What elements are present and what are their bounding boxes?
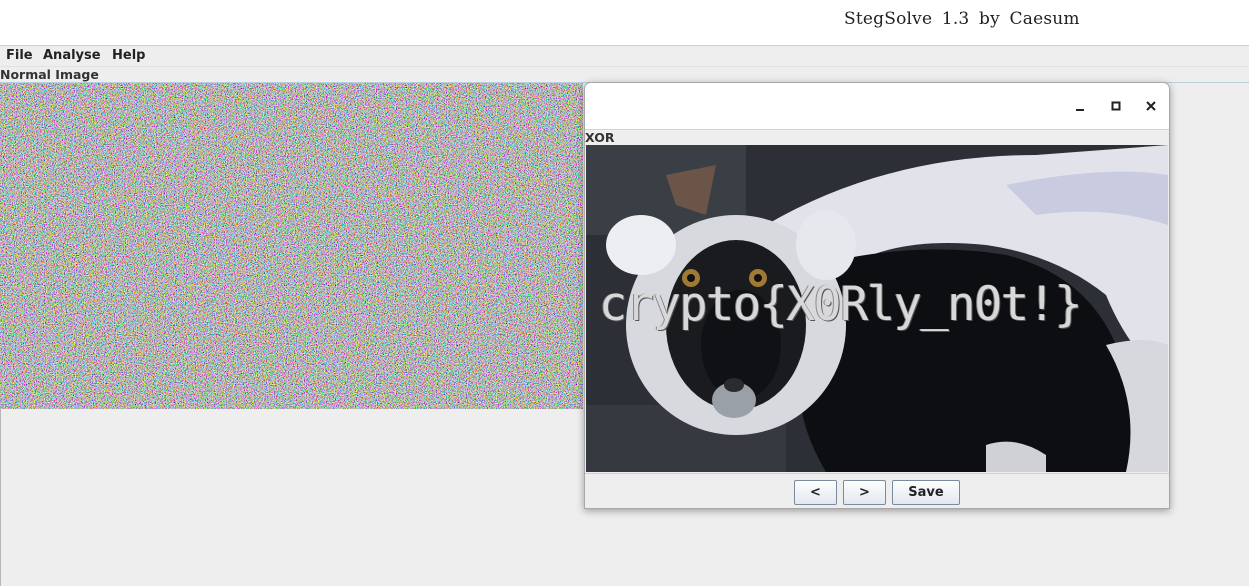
xor-result-image: crypto{X0Rly_n0t!} xyxy=(586,145,1168,472)
window-title: StegSolve 1.3 by Caesum xyxy=(844,9,1080,29)
minimize-icon[interactable] xyxy=(1069,95,1091,117)
image-area-empty xyxy=(0,409,583,586)
save-button[interactable]: Save xyxy=(892,480,960,505)
menu-analyse[interactable]: Analyse xyxy=(43,48,101,63)
navigation-bar: < > Save xyxy=(585,473,1169,508)
menu-bar: File Analyse Help xyxy=(0,46,1249,67)
menu-help[interactable]: Help xyxy=(112,48,145,63)
previous-button[interactable]: < xyxy=(794,480,837,505)
next-button[interactable]: > xyxy=(843,480,886,505)
xor-panel-label: XOR xyxy=(585,130,615,145)
xor-window-titlebar[interactable] xyxy=(585,83,1169,130)
maximize-icon[interactable] xyxy=(1105,95,1127,117)
flag-text: crypto{X0Rly_n0t!} xyxy=(599,277,1083,332)
image-label: Normal Image xyxy=(0,67,99,82)
menu-file[interactable]: File xyxy=(6,48,33,63)
title-bar: StegSolve 1.3 by Caesum xyxy=(0,0,1249,46)
xor-window: XOR crypto{X0Rly_n0t!} < > Save xyxy=(584,82,1170,509)
noise-image xyxy=(0,83,583,409)
close-icon[interactable] xyxy=(1140,95,1162,117)
